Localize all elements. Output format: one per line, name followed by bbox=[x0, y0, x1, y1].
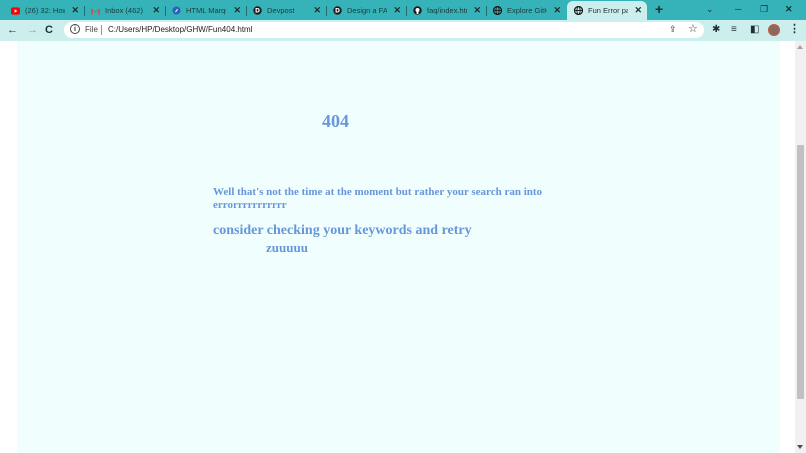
tab-devpost[interactable]: D Devpost ✕ bbox=[246, 1, 327, 20]
devpost-icon: D bbox=[253, 6, 262, 15]
back-icon[interactable]: ← bbox=[7, 23, 18, 37]
tab-html-marquee[interactable]: HTML Marqu ✕ bbox=[165, 1, 247, 20]
close-tab-icon[interactable]: ✕ bbox=[313, 5, 321, 15]
error-message: Well that's not the time at the moment b… bbox=[213, 186, 543, 211]
svg-text:D: D bbox=[335, 8, 340, 15]
url-text[interactable]: C:/Users/HP/Desktop/GHW/Fun404.html bbox=[108, 25, 252, 34]
devpost-icon: D bbox=[333, 6, 342, 15]
tab-youtube[interactable]: (26) 32: How ✕ bbox=[4, 1, 85, 20]
browser-toolbar: ← → C i File C:/Users/HP/Desktop/GHW/Fun… bbox=[0, 20, 806, 41]
minimize-icon[interactable]: ─ bbox=[735, 2, 741, 17]
globe-icon bbox=[493, 6, 502, 15]
tab-title: HTML Marqu bbox=[186, 6, 226, 15]
vertical-scrollbar[interactable] bbox=[795, 41, 806, 453]
compass-icon bbox=[172, 6, 181, 15]
close-tab-icon[interactable]: ✕ bbox=[634, 5, 642, 15]
forward-icon[interactable]: → bbox=[27, 23, 38, 37]
hint-text: consider checking your keywords and retr… bbox=[213, 223, 472, 238]
close-tab-icon[interactable]: ✕ bbox=[152, 5, 160, 15]
menu-icon[interactable]: ⋮ bbox=[789, 23, 800, 36]
share-icon[interactable]: ⇪ bbox=[669, 24, 677, 35]
tab-title: (26) 32: How bbox=[25, 6, 65, 15]
side-panel-icon[interactable]: ◧ bbox=[750, 24, 759, 36]
profile-avatar[interactable] bbox=[768, 24, 780, 36]
tab-gmail[interactable]: Inbox (462) - ✕ bbox=[84, 1, 166, 20]
tab-title: Devpost bbox=[267, 6, 295, 15]
close-tab-icon[interactable]: ✕ bbox=[553, 5, 561, 15]
close-window-icon[interactable]: ✕ bbox=[785, 2, 793, 17]
tab-design-faq[interactable]: D Design a FAC ✕ bbox=[326, 1, 407, 20]
extensions-icon[interactable]: ✱ bbox=[712, 24, 720, 36]
tab-search-icon[interactable]: ⌄ bbox=[706, 2, 714, 17]
hint-suffix: zuuuuu bbox=[266, 240, 308, 255]
tab-fun-error-page[interactable]: Fun Error pag ✕ bbox=[567, 1, 647, 20]
reload-icon[interactable]: C bbox=[45, 23, 53, 37]
divider bbox=[101, 25, 102, 35]
scrollbar-thumb[interactable] bbox=[797, 145, 804, 399]
address-bar[interactable]: i File C:/Users/HP/Desktop/GHW/Fun404.ht… bbox=[64, 22, 704, 38]
close-tab-icon[interactable]: ✕ bbox=[71, 5, 79, 15]
close-tab-icon[interactable]: ✕ bbox=[393, 5, 401, 15]
github-icon bbox=[413, 6, 422, 15]
close-tab-icon[interactable]: ✕ bbox=[233, 5, 241, 15]
reading-list-icon[interactable]: ≡ bbox=[731, 24, 737, 36]
tab-title: Inbox (462) - bbox=[105, 6, 145, 15]
new-tab-button[interactable]: + bbox=[655, 2, 663, 17]
bookmark-star-icon[interactable]: ☆ bbox=[688, 23, 698, 35]
tab-title: Explore GitHu bbox=[507, 6, 547, 15]
svg-text:D: D bbox=[255, 8, 260, 15]
tab-title: faq/index.htm bbox=[427, 6, 467, 15]
close-tab-icon[interactable]: ✕ bbox=[473, 5, 481, 15]
tab-title: Design a FAC bbox=[347, 6, 387, 15]
tab-strip: (26) 32: How ✕ Inbox (462) - ✕ HTML Marq… bbox=[0, 0, 806, 20]
scroll-down-icon[interactable] bbox=[797, 445, 803, 449]
page-viewport: 404 Well that's not the time at the mome… bbox=[0, 41, 795, 453]
restore-icon[interactable]: ❐ bbox=[760, 2, 768, 17]
page-body: 404 Well that's not the time at the mome… bbox=[17, 41, 780, 453]
scheme-label: File bbox=[85, 25, 98, 34]
tab-faq-index[interactable]: faq/index.htm ✕ bbox=[406, 1, 487, 20]
gmail-icon bbox=[91, 6, 100, 15]
tab-explore-github[interactable]: Explore GitHu ✕ bbox=[486, 1, 566, 20]
youtube-icon bbox=[11, 6, 20, 15]
scroll-up-icon[interactable] bbox=[797, 45, 803, 49]
globe-icon bbox=[574, 6, 583, 15]
info-icon[interactable]: i bbox=[70, 24, 80, 34]
error-code: 404 bbox=[322, 111, 349, 131]
tab-title: Fun Error pag bbox=[588, 6, 628, 15]
